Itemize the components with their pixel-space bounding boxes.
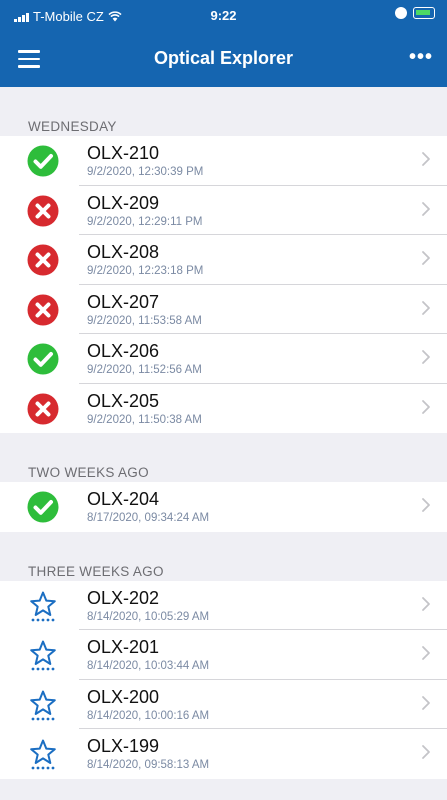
list-item[interactable]: OLX-206 9/2/2020, 11:52:56 AM: [0, 334, 447, 384]
error-x-icon: [27, 195, 59, 227]
item-name: OLX-202: [87, 587, 160, 608]
item-timestamp: 9/2/2020, 11:52:56 AM: [87, 364, 202, 376]
list-item[interactable]: OLX-205 9/2/2020, 11:50:38 AM: [0, 383, 447, 433]
app-header: T-Mobile CZ 9:22 Optical Explorer •••: [0, 0, 447, 87]
list-item[interactable]: OLX-200 8/14/2020, 10:00:16 AM: [0, 679, 447, 729]
list-item[interactable]: OLX-208 9/2/2020, 12:23:18 PM: [0, 235, 447, 285]
section-header: WEDNESDAY: [0, 87, 447, 136]
star-pending-icon: [27, 738, 59, 770]
alarm-icon: [395, 7, 407, 19]
item-timestamp: 8/14/2020, 10:03:44 AM: [87, 660, 210, 672]
item-timestamp: 8/14/2020, 10:00:16 AM: [87, 709, 210, 722]
item-timestamp: 8/14/2020, 09:58:13 AM: [87, 759, 210, 771]
item-timestamp: 9/2/2020, 11:50:38 AM: [87, 413, 202, 426]
measurement-list: WEDNESDAY OLX-210 9/2/2020, 12:30:39 PM OLX…: [0, 87, 447, 779]
section-header-label: WEDNESDAY: [28, 119, 117, 134]
chevron-right-icon: [421, 497, 431, 513]
star-pending-icon: [27, 590, 59, 622]
list-item[interactable]: OLX-207 9/2/2020, 11:53:58 AM: [0, 284, 447, 334]
chevron-right-icon: [421, 744, 431, 760]
page-title: Optical Explorer: [153, 48, 294, 68]
chevron-right-icon: [421, 201, 431, 217]
battery-icon: [413, 7, 435, 19]
chevron-right-icon: [421, 596, 431, 612]
item-name: OLX-207: [87, 291, 160, 312]
success-check-icon: [27, 343, 59, 375]
chevron-right-icon: [421, 250, 431, 266]
item-timestamp: 9/2/2020, 12:29:11 PM: [87, 215, 203, 228]
list-item[interactable]: OLX-209 9/2/2020, 12:29:11 PM: [0, 185, 447, 235]
item-name: OLX-208: [87, 242, 160, 262]
nav-bar: Optical Explorer •••: [0, 34, 447, 86]
error-x-icon: [27, 294, 59, 326]
item-timestamp: 8/17/2020, 09:34:24 AM: [87, 512, 210, 524]
status-indicators: [395, 7, 435, 19]
item-name: OLX-201: [87, 637, 160, 657]
error-x-icon: [27, 244, 59, 276]
chevron-right-icon: [421, 349, 431, 365]
item-name: OLX-199: [87, 736, 160, 756]
section-header: TWO WEEKS AGO: [0, 433, 447, 482]
chevron-right-icon: [421, 645, 431, 661]
more-options-button[interactable]: •••: [409, 46, 433, 69]
list-item[interactable]: OLX-199 8/14/2020, 09:58:13 AM: [0, 729, 447, 779]
list-item[interactable]: OLX-204 8/17/2020, 09:34:24 AM: [0, 482, 447, 532]
item-name: OLX-206: [87, 341, 160, 361]
section-header: THREE WEEKS AGO: [0, 532, 447, 581]
chevron-right-icon: [421, 695, 431, 711]
clock: 9:22: [210, 8, 237, 23]
section-header-label: TWO WEEKS AGO: [28, 465, 149, 480]
star-pending-icon: [27, 639, 59, 671]
list-item[interactable]: OLX-201 8/14/2020, 10:03:44 AM: [0, 630, 447, 680]
item-name: OLX-200: [87, 686, 160, 707]
list-item[interactable]: OLX-202 8/14/2020, 10:05:29 AM: [0, 580, 447, 630]
success-check-icon: [27, 145, 59, 177]
item-name: OLX-204: [87, 489, 160, 509]
item-name: OLX-210: [87, 143, 160, 163]
chevron-right-icon: [421, 399, 431, 415]
status-bar: T-Mobile CZ 9:22: [0, 0, 447, 30]
star-pending-icon: [27, 689, 59, 721]
success-check-icon: [27, 491, 59, 523]
error-x-icon: [27, 393, 59, 425]
item-name: OLX-209: [87, 192, 160, 213]
item-timestamp: 9/2/2020, 11:53:58 AM: [87, 314, 202, 327]
chevron-right-icon: [421, 300, 431, 316]
list-item[interactable]: OLX-210 9/2/2020, 12:30:39 PM: [0, 136, 447, 186]
item-timestamp: 9/2/2020, 12:30:39 PM: [87, 166, 204, 178]
item-timestamp: 8/14/2020, 10:05:29 AM: [87, 610, 210, 623]
section-header-label: THREE WEEKS AGO: [28, 563, 164, 579]
item-timestamp: 9/2/2020, 12:23:18 PM: [87, 265, 204, 277]
item-name: OLX-205: [87, 390, 160, 411]
chevron-right-icon: [421, 151, 431, 167]
